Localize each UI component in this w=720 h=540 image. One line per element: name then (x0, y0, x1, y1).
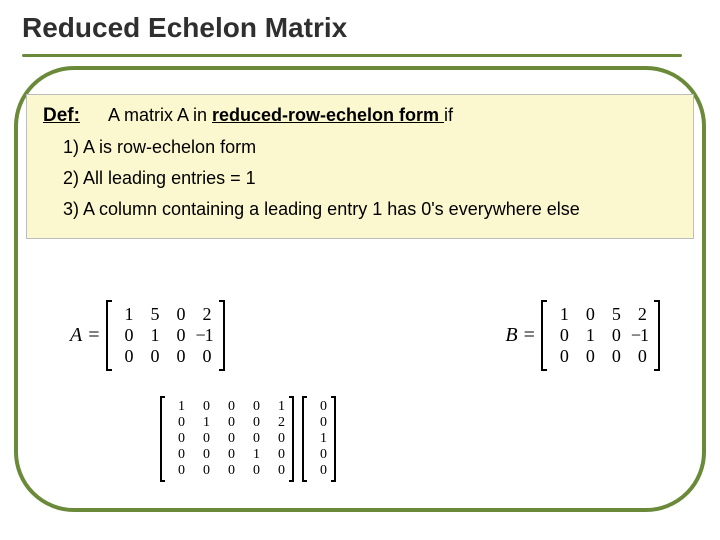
cell: 0 (194, 399, 210, 415)
title-block: Reduced Echelon Matrix (0, 0, 720, 50)
matrices-row: A = 1502 010−1 0000 B = 1052 010−1 0000 (70, 300, 660, 371)
definition-lead: Def: A matrix A in reduced-row-echelon f… (43, 105, 677, 127)
cell: 0 (269, 447, 285, 463)
def-lead-pre: A matrix A in (108, 105, 212, 125)
matrix-b-name: B (505, 324, 517, 347)
cell: 0 (605, 325, 621, 346)
slide: Reduced Echelon Matrix Def: A matrix A i… (0, 0, 720, 540)
matrix-a-body: 1502 010−1 0000 (106, 300, 225, 371)
cell: 1 (244, 447, 260, 463)
cell: 2 (196, 304, 212, 325)
def-label: Def: (43, 105, 80, 127)
cell: 0 (219, 463, 235, 479)
cell: 0 (579, 346, 595, 367)
matrix-a-eq: = (88, 324, 99, 347)
cell: 1 (311, 431, 327, 447)
cell: 0 (196, 346, 212, 367)
cell: 1 (144, 325, 160, 346)
def-lead-underlined: reduced-row-echelon form (212, 105, 444, 125)
cell: 0 (170, 304, 186, 325)
cell: 0 (244, 415, 260, 431)
cell: 0 (244, 399, 260, 415)
cell: 0 (244, 463, 260, 479)
matrix-a: A = 1502 010−1 0000 (70, 300, 225, 371)
cell: 5 (144, 304, 160, 325)
cell: 0 (194, 431, 210, 447)
cell: 2 (269, 415, 285, 431)
matrix-d: 0 0 1 0 0 (302, 396, 336, 482)
matrix-b: B = 1052 010−1 0000 (505, 300, 660, 371)
matrix-a-brackets: 1502 010−1 0000 (106, 300, 225, 371)
matrix-c: 10001 01002 00000 00010 00000 (160, 396, 294, 482)
matrix-c-body: 10001 01002 00000 00010 00000 (160, 396, 294, 482)
cell: 1 (118, 304, 134, 325)
cell: 0 (311, 415, 327, 431)
cell: −1 (631, 325, 648, 346)
cell: 0 (169, 463, 185, 479)
cell: 1 (269, 399, 285, 415)
cell: 0 (269, 431, 285, 447)
cell: 0 (169, 415, 185, 431)
cell: 0 (144, 346, 160, 367)
matrices-small-row: 10001 01002 00000 00010 00000 0 0 1 0 0 (160, 396, 336, 482)
cell: 0 (244, 431, 260, 447)
cell: 0 (219, 415, 235, 431)
def-item-3: 3) A column containing a leading entry 1… (63, 199, 677, 220)
cell: 2 (631, 304, 647, 325)
cell: 0 (118, 346, 134, 367)
cell: 0 (118, 325, 134, 346)
page-title: Reduced Echelon Matrix (22, 12, 720, 44)
cell: 0 (269, 463, 285, 479)
cell: 5 (605, 304, 621, 325)
cell: 0 (311, 399, 327, 415)
definition-box: Def: A matrix A in reduced-row-echelon f… (26, 94, 694, 239)
cell: 0 (219, 431, 235, 447)
cell: 0 (553, 346, 569, 367)
cell: 0 (579, 304, 595, 325)
cell: 0 (311, 447, 327, 463)
cell: 1 (194, 415, 210, 431)
matrix-a-name: A (70, 324, 82, 347)
cell: 0 (553, 325, 569, 346)
matrix-b-eq: = (524, 324, 535, 347)
cell: 0 (170, 346, 186, 367)
cell: −1 (196, 325, 213, 346)
cell: 1 (579, 325, 595, 346)
cell: 0 (219, 399, 235, 415)
def-item-2: 2) All leading entries = 1 (63, 168, 677, 189)
cell: 0 (170, 325, 186, 346)
matrix-b-body: 1052 010−1 0000 (541, 300, 660, 371)
cell: 0 (194, 447, 210, 463)
title-rule (22, 54, 682, 57)
cell: 1 (169, 399, 185, 415)
cell: 0 (219, 447, 235, 463)
matrix-d-body: 0 0 1 0 0 (302, 396, 336, 482)
cell: 0 (194, 463, 210, 479)
cell: 0 (311, 463, 327, 479)
cell: 0 (605, 346, 621, 367)
cell: 1 (553, 304, 569, 325)
cell: 0 (631, 346, 647, 367)
matrix-b-brackets: 1052 010−1 0000 (541, 300, 660, 371)
cell: 0 (169, 447, 185, 463)
cell: 0 (169, 431, 185, 447)
def-item-1: 1) A is row-echelon form (63, 137, 677, 158)
def-text: A matrix A in reduced-row-echelon form i… (108, 105, 453, 126)
def-lead-post: if (444, 105, 453, 125)
